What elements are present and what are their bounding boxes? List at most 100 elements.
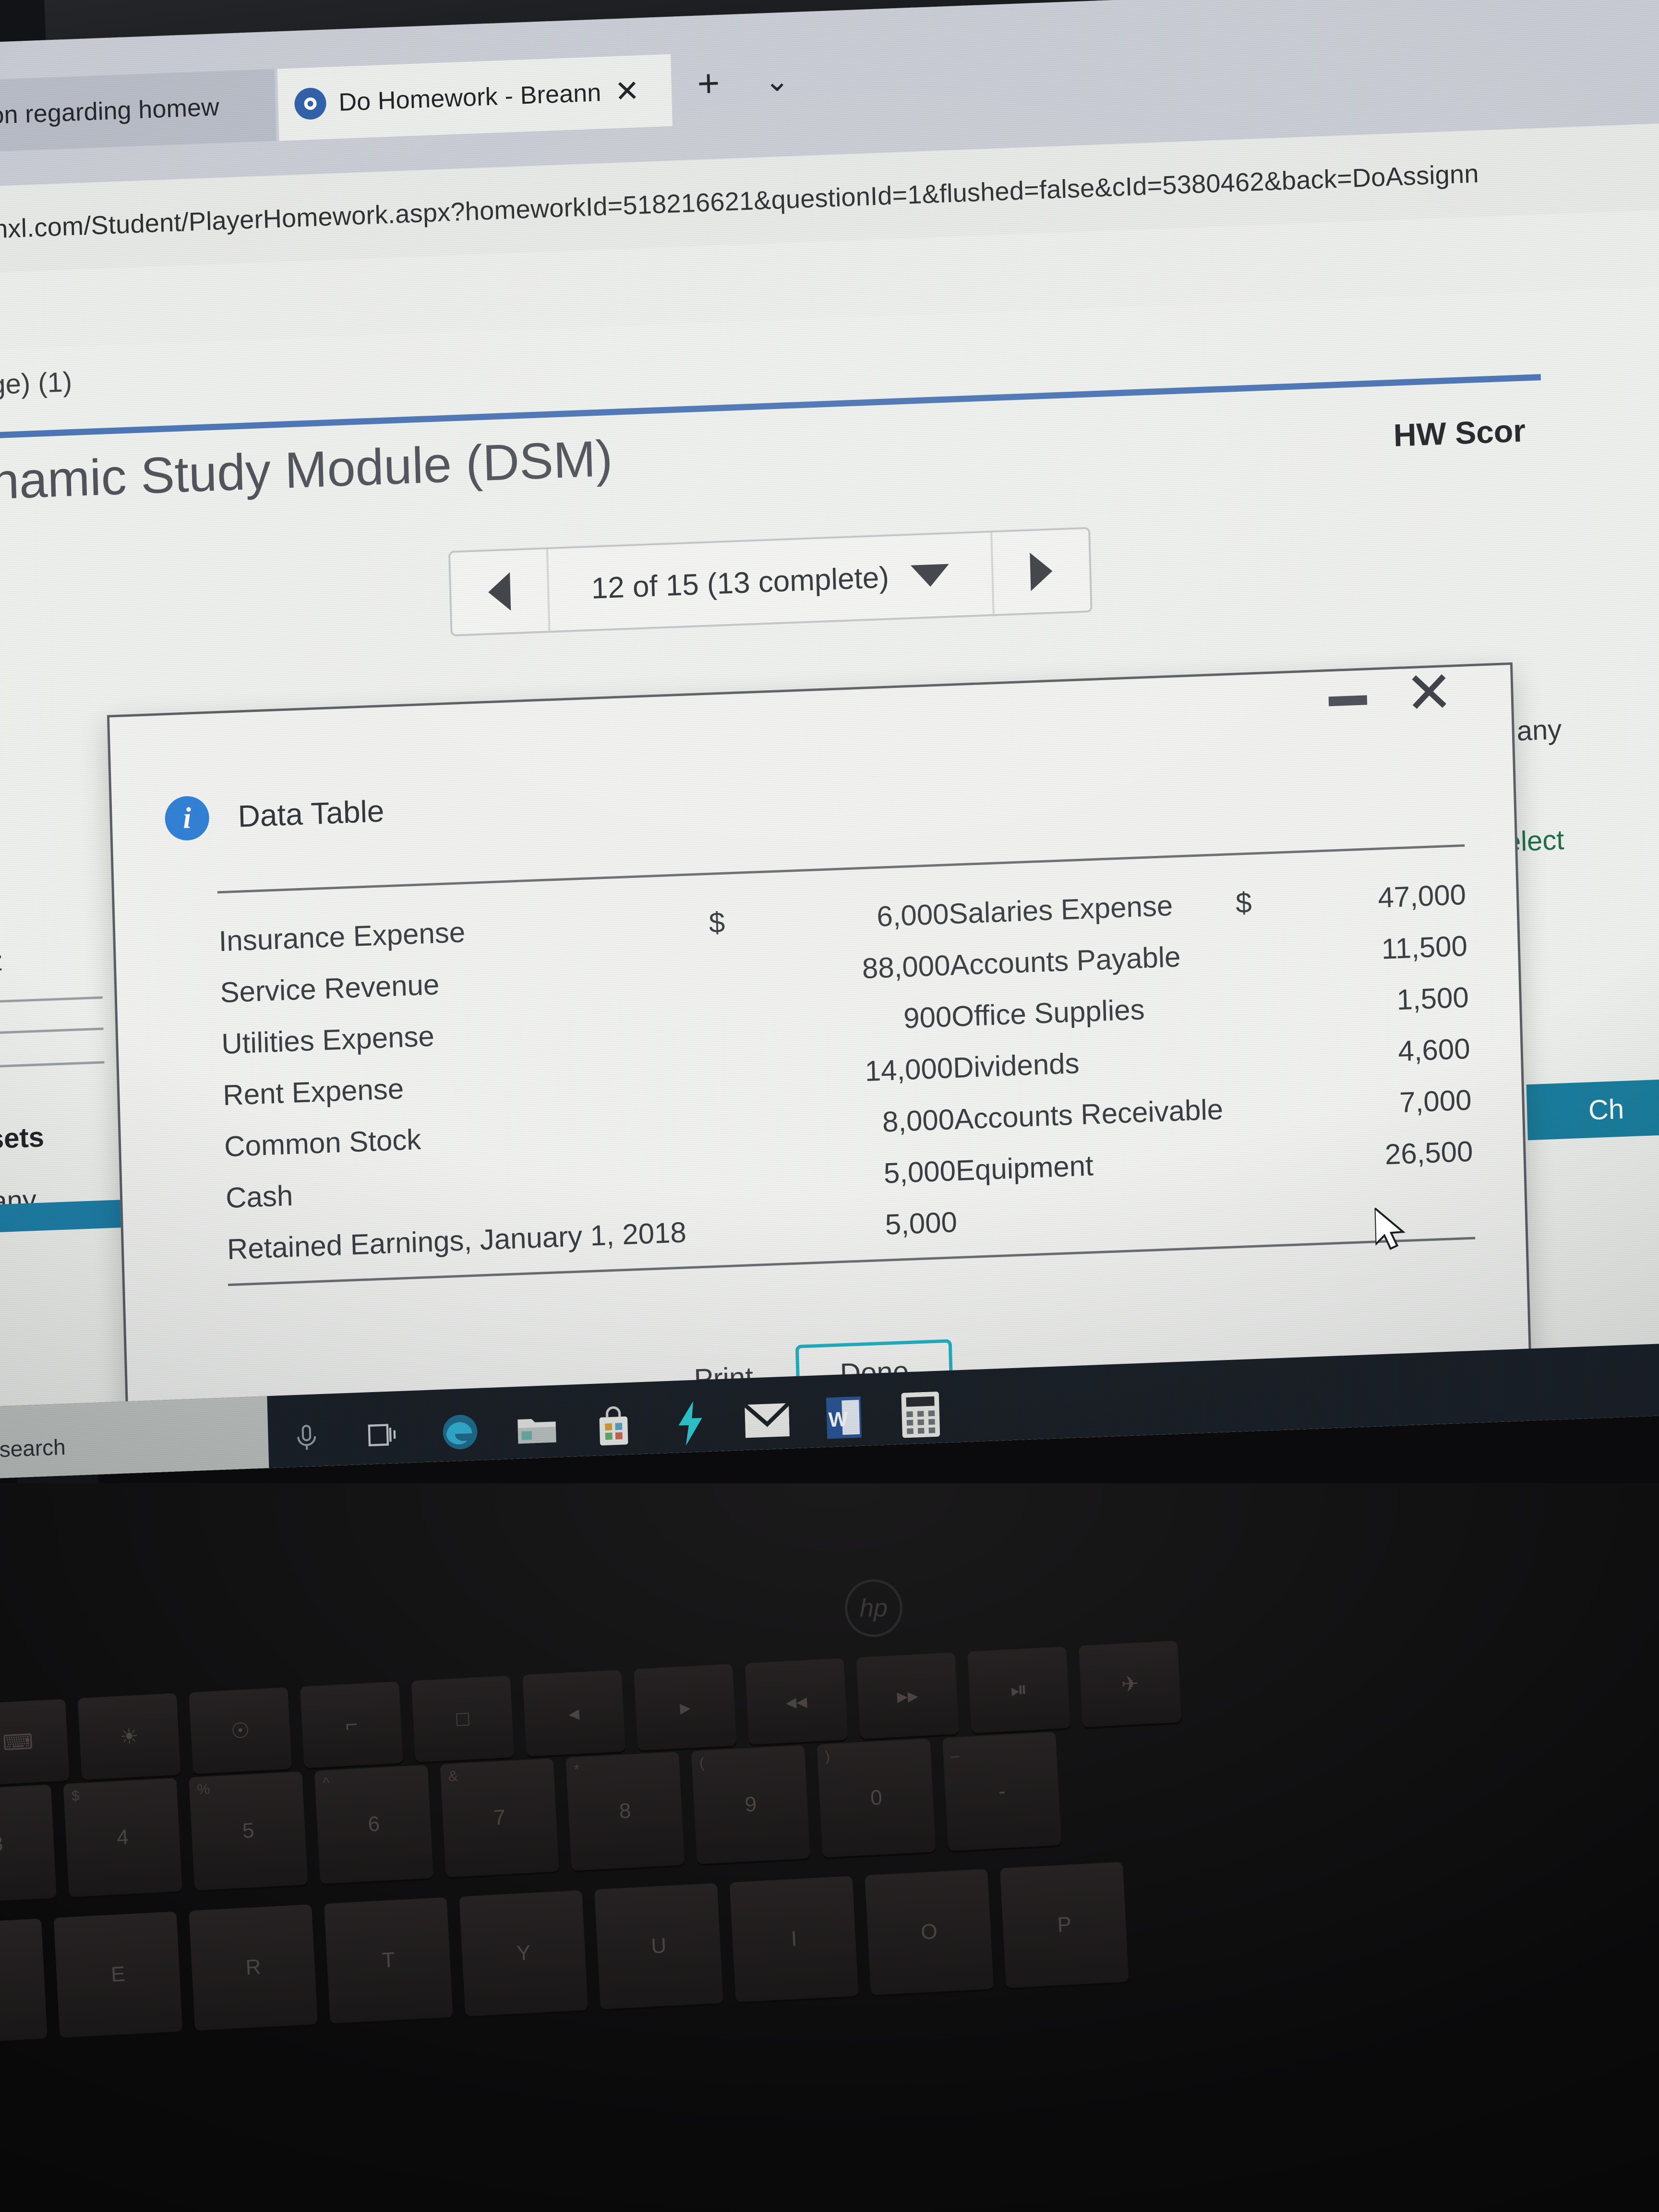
keyboard-key[interactable]: □ [411, 1675, 515, 1763]
close-icon[interactable]: ✕ [1404, 660, 1454, 726]
laptop-keyboard: hp ⌨☀☉⌐□◂▸◂◂▸▸⏯✈ #3$4%5^6&7*8(9)0_- WERT… [0, 1483, 1659, 2212]
blue-divider [0, 374, 1541, 445]
keyboard-key[interactable]: W [0, 1918, 48, 2045]
currency-symbol-2 [1242, 1132, 1301, 1185]
keyboard-key[interactable]: * 8 [565, 1752, 685, 1871]
account-amount: 14,000 [864, 1052, 954, 1088]
assets-heading: Assets [0, 1121, 45, 1156]
question-counter-dropdown[interactable]: 12 of 15 (13 complete) [548, 532, 993, 631]
chevron-down-icon[interactable]: ⌄ [764, 64, 790, 98]
currency-symbol [715, 1152, 774, 1205]
dialog-header: i Data Table [164, 789, 385, 842]
keyboard-key[interactable]: ⌨ [0, 1699, 70, 1786]
keyboard-key[interactable]: ☀ [77, 1693, 181, 1780]
browser-tab-active[interactable]: Do Homework - Breann ✕ [277, 54, 673, 141]
currency-symbol-2: $ [1235, 886, 1252, 919]
currency-symbol-2 [1237, 926, 1296, 980]
pearson-favicon [294, 87, 327, 120]
account-amount: 900 [903, 1000, 952, 1034]
keyboard-key[interactable]: $4 [63, 1778, 182, 1897]
laptop-screen: Question regarding homew Do Homework - B… [0, 0, 1659, 1481]
task-view-icon[interactable] [344, 1390, 423, 1479]
hw-score-label: HW Scor [1393, 412, 1526, 453]
search-placeholder: e to search [0, 1434, 66, 1464]
currency-symbol-2 [1243, 1183, 1302, 1237]
hp-logo: hp [845, 1579, 902, 1637]
question-fragment-any: any [1516, 714, 1563, 747]
account-amount: 88,000 [862, 949, 951, 985]
keyboard-key[interactable]: ☉ [189, 1687, 292, 1774]
account-amount: 6,000 [876, 898, 950, 933]
question-counter-label: 12 of 15 (13 complete) [590, 560, 890, 605]
account-amount-2: 1,500 [1396, 981, 1469, 1016]
keyboard-key[interactable]: I [729, 1876, 859, 2003]
table-body: Insurance Expense $ 6,000 Salaries Expen… [218, 869, 1475, 1275]
mail-icon[interactable] [728, 1376, 807, 1465]
currency-symbol [712, 1049, 771, 1102]
keyboard-key[interactable]: ✈ [1078, 1640, 1182, 1728]
account-amount-2: 11,500 [1381, 929, 1468, 965]
info-icon: i [164, 795, 210, 842]
data-table-region: Insurance Expense $ 6,000 Salaries Expen… [217, 844, 1476, 1286]
question-fragment-amazon: et of Amaz [0, 945, 3, 981]
next-question-button[interactable] [990, 529, 1091, 614]
browser-tab-title: Question regarding homew [0, 93, 220, 132]
currency-symbol-2 [1238, 978, 1297, 1031]
currency-symbol [709, 946, 769, 999]
keyboard-key[interactable]: U [594, 1883, 723, 2009]
keyboard-key[interactable]: E [53, 1911, 183, 2038]
question-navigator: 12 of 15 (13 complete) [448, 527, 1093, 637]
account-amount: 5,000 [884, 1206, 958, 1241]
account-amount-2: 7,000 [1399, 1083, 1472, 1119]
lightning-icon[interactable] [651, 1379, 730, 1468]
edge-icon[interactable] [421, 1387, 500, 1477]
microphone-icon[interactable] [267, 1393, 346, 1480]
keyboard-key[interactable]: Y [459, 1890, 589, 2017]
keyboard-key[interactable]: (9 [691, 1745, 810, 1864]
currency-symbol [711, 998, 770, 1051]
store-icon[interactable] [574, 1382, 653, 1471]
keyboard-key[interactable]: & 7 [440, 1758, 559, 1877]
keyboard-key[interactable]: ▸▸ [856, 1652, 960, 1739]
chevron-down-icon [911, 564, 950, 588]
account-amount: 5,000 [883, 1154, 956, 1190]
keyboard-key[interactable]: O [865, 1869, 994, 1996]
account-name-2 [956, 1186, 1245, 1248]
keyboard-key[interactable]: ) 0 [817, 1738, 936, 1858]
new-tab-icon[interactable]: + [697, 61, 720, 105]
browser-tab-inactive[interactable]: Question regarding homew [0, 69, 276, 155]
keyboard-key[interactable]: ▸ [634, 1664, 737, 1751]
currency-symbol-2 [1240, 1081, 1299, 1134]
keyboard-key[interactable]: ⏯ [967, 1646, 1070, 1733]
keyboard-key[interactable]: ^ 6 [314, 1765, 433, 1884]
keyboard-key[interactable]: ◂ [522, 1670, 626, 1757]
account-amount-2: 47,000 [1377, 878, 1467, 914]
word-icon[interactable]: W [805, 1373, 884, 1462]
currency-symbol [714, 1100, 773, 1154]
keyboard-key[interactable]: ◂◂ [745, 1658, 848, 1745]
previous-question-button[interactable] [450, 549, 551, 635]
file-explorer-icon[interactable] [497, 1384, 577, 1474]
currency-symbol-2 [1239, 1029, 1298, 1082]
calculator-icon[interactable] [881, 1370, 960, 1459]
account-amount-2: 26,500 [1384, 1135, 1474, 1171]
search-input[interactable]: e to search [0, 1396, 270, 1481]
caret-left-icon [488, 572, 511, 612]
keyboard-key[interactable]: _ - [942, 1731, 1062, 1851]
close-icon[interactable]: ✕ [614, 74, 640, 108]
svg-text:W: W [828, 1408, 848, 1432]
page-title: n.1 Dynamic Study Module (DSM) [0, 430, 613, 516]
laptop-photo: Question regarding homew Do Homework - B… [0, 0, 1659, 2212]
keyboard-key[interactable]: ⌐ [300, 1681, 403, 1768]
accounts-data-table: Insurance Expense $ 6,000 Salaries Expen… [218, 869, 1475, 1275]
minimize-icon[interactable] [1328, 695, 1368, 707]
check-answer-button[interactable]: Ch [1526, 1078, 1659, 1141]
currency-symbol: $ [708, 906, 726, 939]
keyboard-key[interactable]: R [189, 1904, 318, 2031]
keyboard-key[interactable]: % 5 [189, 1771, 308, 1891]
account-amount-2: 4,600 [1397, 1032, 1471, 1068]
browser-tab-title: Do Homework - Breann [338, 79, 602, 117]
keyboard-key[interactable]: T [324, 1897, 453, 2024]
keyboard-key[interactable]: P [999, 1862, 1129, 1988]
keyboard-key[interactable]: #3 [0, 1784, 57, 1904]
